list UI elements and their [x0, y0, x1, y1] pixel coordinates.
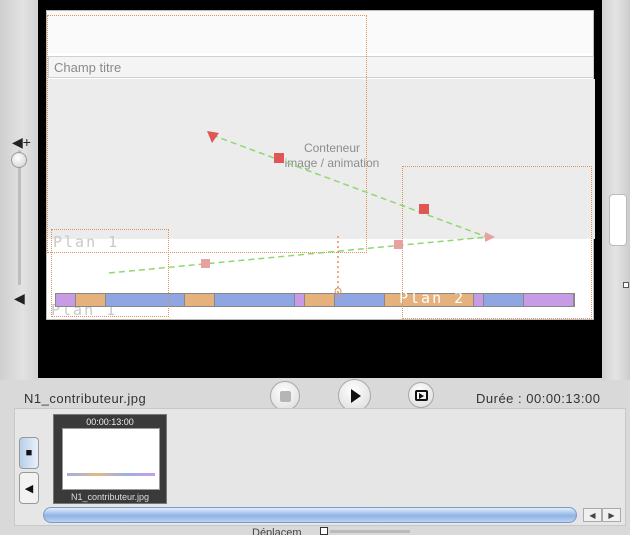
bin-tab-media[interactable]: ■	[19, 437, 39, 469]
motion-path-1	[211, 134, 488, 238]
motion-path-2	[108, 236, 488, 274]
next-frame-icon	[414, 389, 428, 401]
clip-preview-image	[62, 428, 160, 490]
clip-thumbnail[interactable]: 00:00:13:00 N1_contributeur.jpg	[53, 414, 167, 504]
speaker-low-icon[interactable]: ◀	[14, 290, 25, 307]
clip-name: N1_contributeur.jpg	[70, 492, 150, 502]
play-icon	[351, 388, 361, 403]
scroll-left-icon[interactable]: ◀	[583, 508, 602, 522]
volume-slider-track[interactable]	[18, 150, 21, 285]
bin-scrollbar[interactable]	[43, 507, 577, 523]
current-filename: N1_contributeur.jpg	[24, 391, 147, 406]
clip-preview-bar	[67, 473, 155, 476]
stop-icon	[279, 390, 291, 402]
speaker-icon: ◀	[24, 482, 34, 495]
resize-handle[interactable]	[623, 282, 629, 288]
clip-bin: ■ ◀ 00:00:13:00 N1_contributeur.jpg ◀ ▶	[14, 408, 626, 526]
bin-tabs: ■ ◀	[19, 437, 39, 505]
right-panel	[602, 0, 630, 380]
bin-tab-audio[interactable]: ◀	[19, 472, 39, 504]
motion-paths	[108, 131, 495, 301]
path-keyframe-3[interactable]	[201, 259, 210, 268]
move-label: Déplacem	[252, 527, 302, 535]
scroll-right-icon[interactable]: ▶	[602, 508, 621, 522]
path-keyframe-4[interactable]	[394, 240, 403, 249]
preview-stage: Champ titre Conteneur image / animation …	[46, 10, 595, 320]
duration-readout: Durée : 00:00:13:00	[476, 391, 601, 406]
volume-slider-knob[interactable]	[11, 152, 27, 168]
move-slider-knob[interactable]	[320, 527, 328, 535]
speaker-high-icon[interactable]: ◀+	[12, 134, 31, 151]
next-frame-button[interactable]	[408, 382, 434, 408]
move-slider-track[interactable]	[330, 530, 410, 533]
path-keyframe-2[interactable]	[419, 204, 429, 214]
clip-time: 00:00:13:00	[86, 417, 134, 427]
path-keyframe-1[interactable]	[274, 153, 284, 163]
path-end-arrow-2[interactable]	[485, 232, 495, 242]
film-icon: ■	[25, 447, 33, 459]
player-controls: N1_contributeur.jpg Durée : 00:00:13:00	[0, 378, 630, 412]
preview-viewer: Champ titre Conteneur image / animation …	[38, 0, 602, 378]
stop-button[interactable]	[270, 381, 300, 411]
scroll-arrows: ◀ ▶	[583, 508, 621, 522]
right-scroll-handle[interactable]	[609, 194, 627, 246]
